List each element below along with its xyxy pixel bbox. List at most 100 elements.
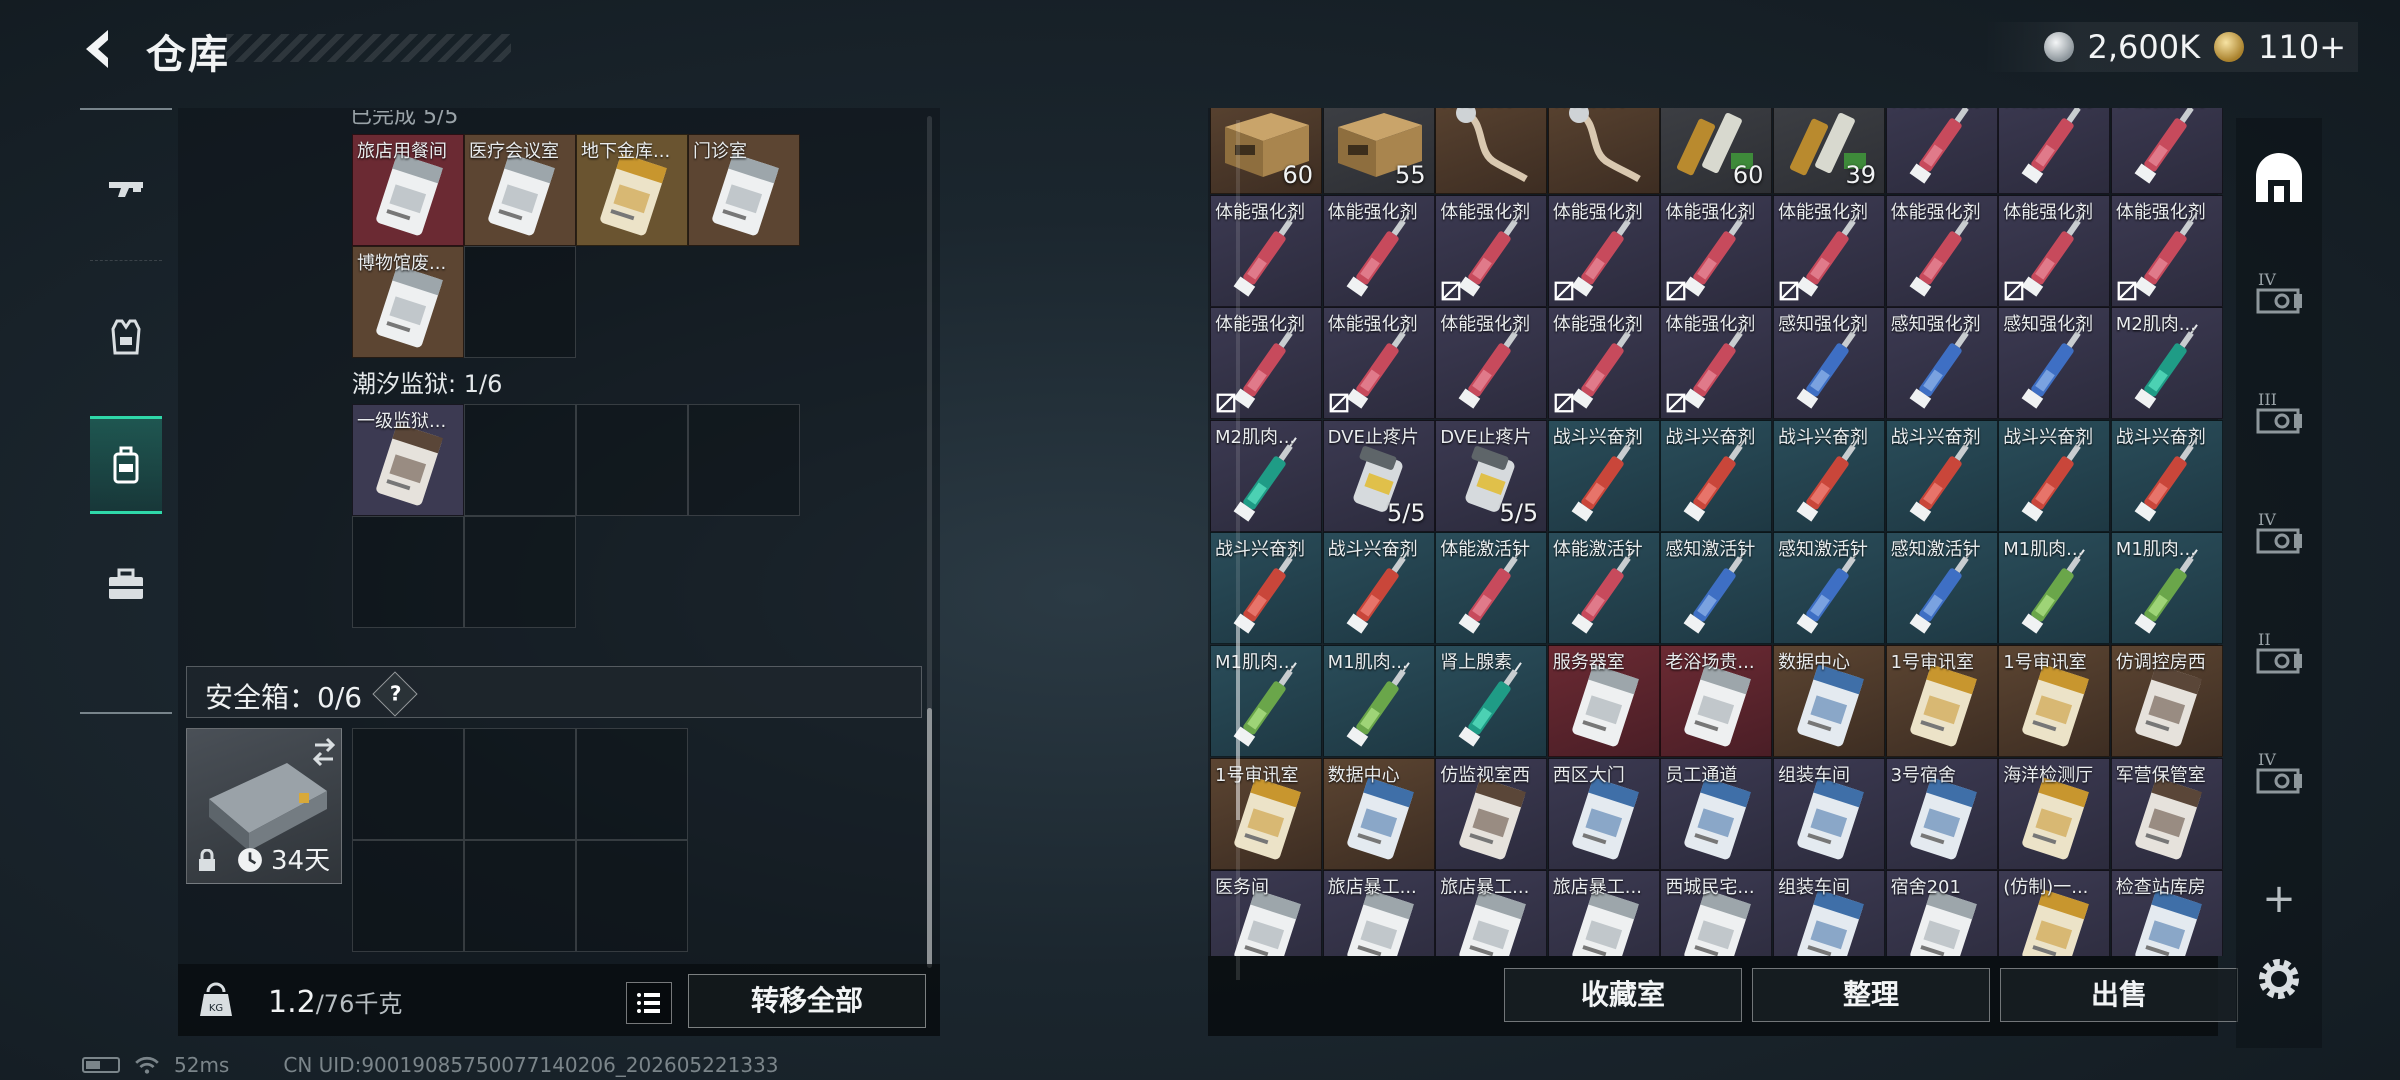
stash-item[interactable]: 战斗兴奋剂: [1547, 419, 1660, 532]
stash-item[interactable]: 旅店暴工...: [1322, 870, 1435, 956]
stash-item[interactable]: 体能强化剂: [1547, 307, 1660, 420]
stash-item[interactable]: 组装车间: [1773, 757, 1885, 870]
stash-item[interactable]: 旅店暴工...: [1547, 870, 1660, 956]
stash-item[interactable]: 组装车间: [1773, 870, 1885, 956]
stash-item[interactable]: 老浴场贵...: [1660, 645, 1773, 757]
back-button[interactable]: [78, 26, 124, 72]
container-item[interactable]: 医疗会议室: [464, 134, 576, 246]
stash-item[interactable]: 体能强化剂: [1322, 307, 1435, 420]
stash-item[interactable]: M1肌肉...: [1322, 645, 1435, 757]
stash-scrollbar-track[interactable]: [1236, 120, 1240, 980]
stash-item[interactable]: .300 Bla... BCP SUB60: [1660, 108, 1773, 194]
stash-item[interactable]: 1号审讯室: [1885, 645, 1998, 757]
stash-item[interactable]: 体能强化剂: [1660, 194, 1773, 307]
stash-item[interactable]: 感知激活针: [1885, 532, 1998, 645]
stash-item[interactable]: 体能强化剂: [1998, 194, 2111, 307]
stash-item[interactable]: M1肌肉...: [2110, 532, 2223, 645]
nav-tier-iii-room[interactable]: III: [2246, 384, 2312, 450]
safe-box-slot[interactable]: [576, 728, 688, 840]
organize-button[interactable]: 整理: [1752, 968, 1990, 1022]
stash-item[interactable]: 体能强化剂: [1435, 307, 1548, 420]
nav-tools[interactable]: [90, 538, 162, 630]
stash-item[interactable]: 战斗兴奋剂: [1210, 532, 1322, 645]
stash-item[interactable]: 体能强化剂: [1885, 108, 1998, 194]
stash-item[interactable]: 西城民宅...: [1660, 870, 1773, 956]
stash-item[interactable]: M1肌肉...: [1998, 532, 2111, 645]
stash-item[interactable]: 感知激活针: [1660, 532, 1773, 645]
stash-item[interactable]: 战斗兴奋剂: [2110, 419, 2223, 532]
stash-item[interactable]: 感知强化剂: [1773, 307, 1885, 420]
empty-slot[interactable]: [576, 404, 688, 516]
stash-item[interactable]: M2肌肉...: [1210, 419, 1322, 532]
safe-box-slot[interactable]: [464, 728, 576, 840]
empty-slot[interactable]: [464, 246, 576, 358]
stash-item[interactable]: 体能强化剂: [1660, 307, 1773, 420]
stash-item[interactable]: (仿制)一...: [1998, 870, 2111, 956]
safe-box-slot[interactable]: [352, 840, 464, 952]
nav-tier-iv-room-1[interactable]: IV: [2246, 264, 2312, 330]
container-item[interactable]: 门诊室: [688, 134, 800, 246]
nav-backpack[interactable]: [90, 416, 162, 514]
stash-item[interactable]: 宿舍201: [1885, 870, 1998, 956]
nav-safehouse[interactable]: [2246, 146, 2312, 212]
container-item[interactable]: 地下金库...: [576, 134, 688, 246]
stash-item[interactable]: 7.62x51 M6260: [1210, 108, 1322, 194]
stash-item[interactable]: DVE止疼片 5/5: [1435, 419, 1548, 532]
stash-item[interactable]: 检查站库房: [2110, 870, 2223, 956]
stash-item[interactable]: 战斗兴奋剂: [1660, 419, 1773, 532]
stash-item[interactable]: 7.62x39... BP SUB39: [1773, 108, 1885, 194]
prison-item[interactable]: 一级监狱...: [352, 404, 464, 516]
stash-item[interactable]: 旅店暴工...: [1435, 870, 1548, 956]
stash-item[interactable]: 服务器室: [1547, 645, 1660, 757]
safe-box-slot[interactable]: [352, 728, 464, 840]
stash-item[interactable]: 体能强化剂: [1435, 194, 1548, 307]
stash-item[interactable]: 3号宿舍: [1885, 757, 1998, 870]
empty-slot[interactable]: [464, 404, 576, 516]
nav-tier-ii-room[interactable]: II: [2246, 624, 2312, 690]
stash-item[interactable]: 体能强化剂: [1998, 108, 2111, 194]
stash-item[interactable]: 战斗兴奋剂: [1885, 419, 1998, 532]
stash-item[interactable]: 仿监视室西: [1435, 757, 1548, 870]
stash-item[interactable]: 体能强化剂: [2110, 194, 2223, 307]
stash-item[interactable]: DVE止疼片 5/5: [1322, 419, 1435, 532]
nav-tier-iv-room-2[interactable]: IV: [2246, 504, 2312, 570]
stash-item[interactable]: 6.8x51 Hybrid55: [1322, 108, 1435, 194]
settings-button[interactable]: [2246, 946, 2312, 1012]
add-room-button[interactable]: +: [2246, 866, 2312, 932]
stash-item[interactable]: M1肌肉...: [1210, 645, 1322, 757]
stash-item[interactable]: 战斗兴奋剂: [1773, 419, 1885, 532]
stash-item[interactable]: 体能强化剂: [1773, 194, 1885, 307]
transfer-all-button[interactable]: 转移全部: [688, 974, 926, 1028]
safe-box-slot[interactable]: [464, 840, 576, 952]
stash-item[interactable]: 1号审讯室: [1210, 757, 1322, 870]
stash-item[interactable]: 西区大门: [1547, 757, 1660, 870]
stash-item[interactable]: 体能激活针: [1547, 532, 1660, 645]
empty-slot[interactable]: [464, 516, 576, 628]
stash-item[interactable]: 神秘脑机...: [1547, 108, 1660, 194]
stash-item[interactable]: 数据中心: [1322, 757, 1435, 870]
stash-item[interactable]: 战斗兴奋剂: [1322, 532, 1435, 645]
stash-item[interactable]: 1号审讯室: [1998, 645, 2111, 757]
stash-item[interactable]: 体能强化剂: [1885, 194, 1998, 307]
stash-item[interactable]: 体能强化剂: [1322, 194, 1435, 307]
container-item[interactable]: 旅店用餐间: [352, 134, 464, 246]
nav-tier-iv-room-3[interactable]: IV: [2246, 744, 2312, 810]
container-scrollbar-thumb[interactable]: [927, 708, 932, 968]
stash-item[interactable]: 体能强化剂: [1210, 194, 1322, 307]
stash-item[interactable]: 海洋检测厅: [1998, 757, 2111, 870]
stash-item[interactable]: 员工通道: [1660, 757, 1773, 870]
empty-slot[interactable]: [688, 404, 800, 516]
list-view-button[interactable]: [626, 982, 672, 1024]
safe-box-slot[interactable]: [576, 840, 688, 952]
stash-item[interactable]: 感知强化剂: [1998, 307, 2111, 420]
stash-item[interactable]: 体能激活针: [1435, 532, 1548, 645]
stash-item[interactable]: 神秘脑机...: [1435, 108, 1548, 194]
stash-item[interactable]: 体能强化剂: [2110, 108, 2223, 194]
empty-slot[interactable]: [352, 516, 464, 628]
collection-button[interactable]: 收藏室: [1504, 968, 1742, 1022]
nav-gear[interactable]: [90, 290, 162, 382]
stash-item[interactable]: 感知强化剂: [1885, 307, 1998, 420]
stash-item[interactable]: 肾上腺素: [1435, 645, 1548, 757]
stash-scrollbar-thumb[interactable]: [1236, 620, 1240, 820]
stash-item[interactable]: 军营保管室: [2110, 757, 2223, 870]
